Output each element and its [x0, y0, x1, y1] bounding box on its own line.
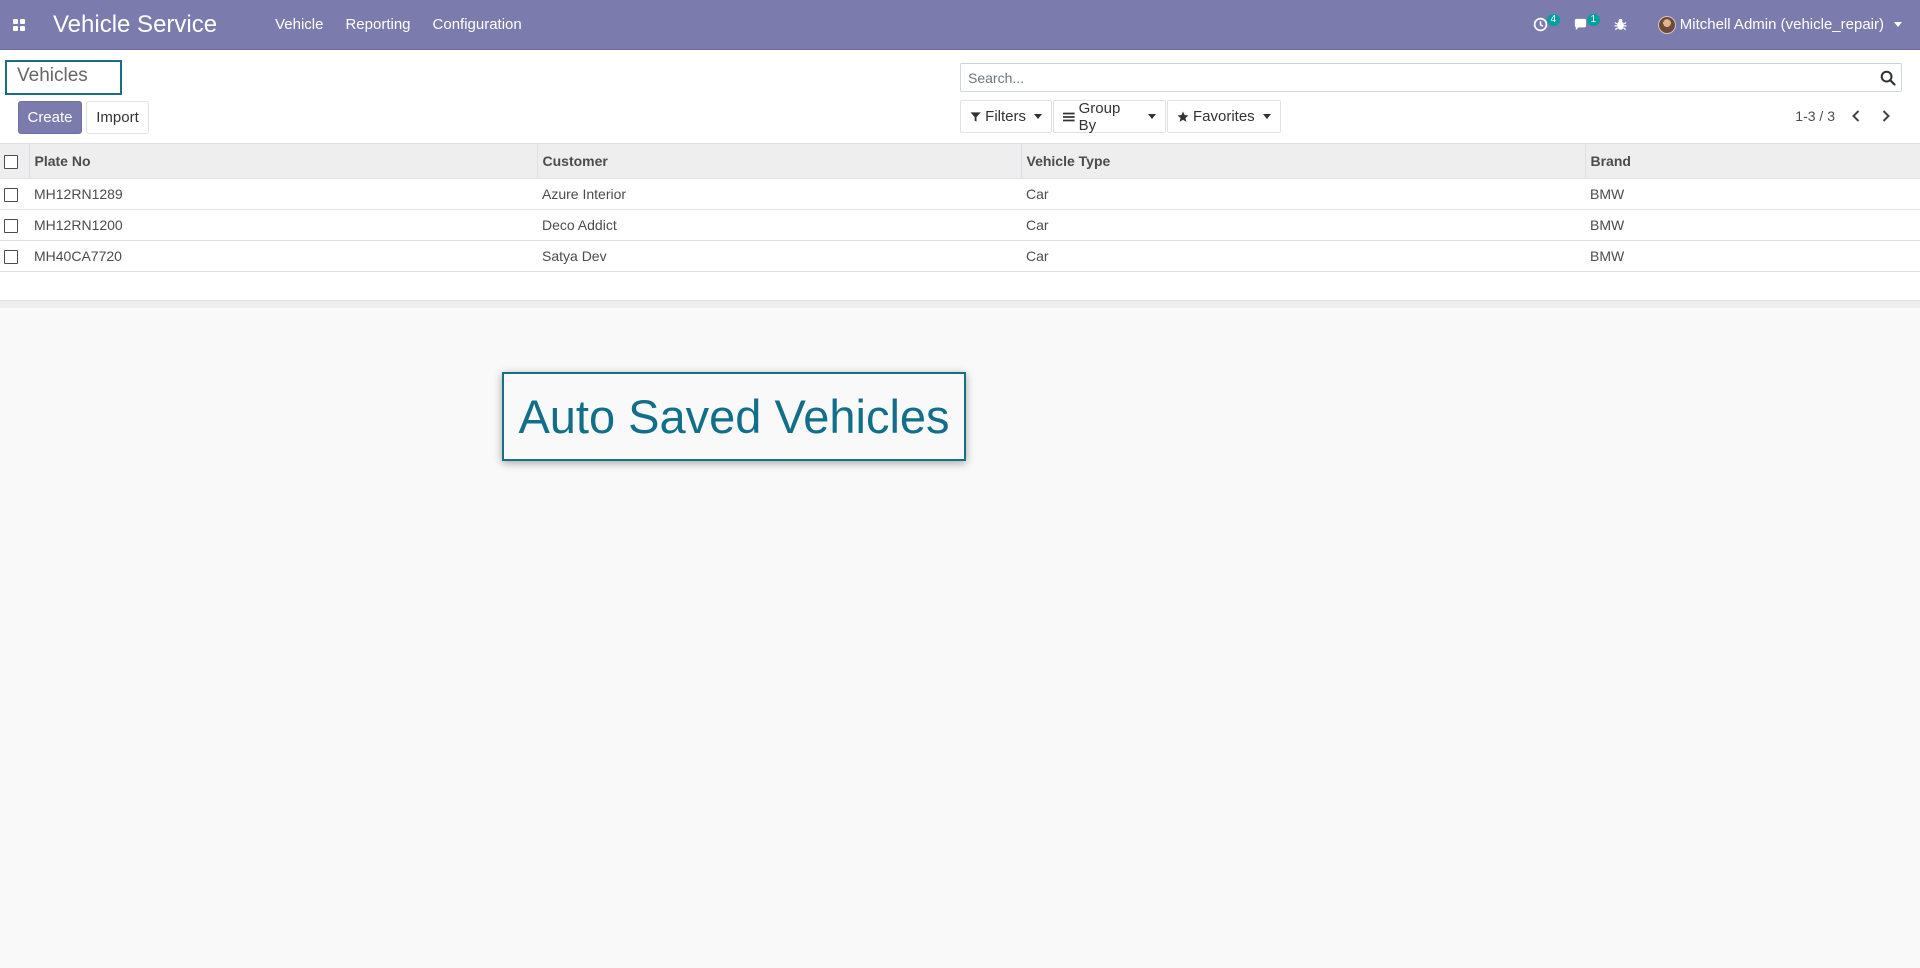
cell-customer[interactable]: Deco Addict: [537, 209, 1021, 240]
search-input[interactable]: [961, 64, 1861, 91]
cell-brand[interactable]: BMW: [1585, 209, 1920, 240]
create-button[interactable]: Create: [18, 101, 82, 134]
table-row[interactable]: MH12RN1200 Deco Addict Car BMW: [0, 209, 1920, 240]
column-header-vehicle-type[interactable]: Vehicle Type: [1021, 144, 1586, 179]
list-view: Plate No Customer Vehicle Type Brand MH1…: [0, 144, 1920, 302]
search-icon[interactable]: [1880, 70, 1896, 86]
debug-bug-icon[interactable]: [1606, 0, 1636, 50]
table-footer: [0, 300, 1920, 308]
control-panel: Vehicles Create Import Filters Group By …: [0, 50, 1920, 144]
star-icon: [1177, 111, 1189, 122]
menu-reporting[interactable]: Reporting: [345, 16, 410, 33]
row-select-cell: [0, 178, 29, 209]
import-button[interactable]: Import: [86, 101, 149, 134]
cell-vehicle-type[interactable]: Car: [1021, 240, 1585, 271]
breadcrumb: Vehicles: [5, 60, 122, 95]
cell-plate-no[interactable]: MH12RN1289: [29, 178, 537, 209]
user-menu[interactable]: Mitchell Admin (vehicle_repair): [1657, 15, 1902, 34]
select-all-checkbox[interactable]: [4, 154, 18, 169]
caret-down-icon: [1034, 114, 1042, 119]
caption-text: Auto Saved Vehicles: [518, 390, 950, 443]
user-name: Mitchell Admin (vehicle_repair): [1679, 16, 1884, 33]
app-title[interactable]: Vehicle Service: [53, 11, 217, 39]
empty-row: [0, 271, 1920, 301]
favorites-button[interactable]: Favorites: [1167, 100, 1281, 133]
cell-vehicle-type[interactable]: Car: [1021, 178, 1585, 209]
column-header-brand[interactable]: Brand: [1585, 144, 1920, 179]
filters-button[interactable]: Filters: [960, 100, 1052, 133]
caret-down-icon: [1894, 22, 1902, 27]
top-navbar: Vehicle Service Vehicle Reporting Config…: [0, 0, 1920, 50]
groupby-button[interactable]: Group By: [1053, 99, 1166, 134]
cell-plate-no[interactable]: MH12RN1200: [29, 209, 537, 240]
apps-menu-icon[interactable]: [2, 0, 36, 50]
avatar: [1657, 15, 1676, 34]
row-checkbox[interactable]: [4, 249, 18, 264]
row-checkbox[interactable]: [4, 218, 18, 233]
groupby-label: Group By: [1078, 99, 1121, 134]
pager-next-icon[interactable]: [1876, 106, 1896, 126]
cell-customer[interactable]: Azure Interior: [537, 178, 1021, 209]
message-count-badge: 1: [1586, 13, 1600, 26]
cell-vehicle-type[interactable]: Car: [1021, 209, 1585, 240]
row-select-cell: [0, 209, 29, 240]
pager-previous-icon[interactable]: [1846, 106, 1866, 126]
search-bar: [960, 63, 1902, 92]
row-checkbox[interactable]: [4, 187, 18, 202]
activity-count-badge: 4: [1546, 13, 1560, 26]
bars-icon: [1063, 112, 1075, 121]
column-header-customer[interactable]: Customer: [537, 144, 1022, 179]
caption-box: Auto Saved Vehicles: [502, 372, 966, 461]
table-row[interactable]: MH12RN1289 Azure Interior Car BMW: [0, 178, 1920, 209]
pager-value[interactable]: 1-3 / 3: [1795, 108, 1835, 124]
table-header-row: Plate No Customer Vehicle Type Brand: [0, 144, 1920, 179]
favorites-label: Favorites: [1193, 108, 1255, 125]
activity-clock-icon[interactable]: 4: [1526, 0, 1560, 50]
filter-icon: [970, 111, 981, 122]
vehicles-table: Plate No Customer Vehicle Type Brand MH1…: [0, 144, 1920, 302]
filters-label: Filters: [985, 108, 1026, 125]
cell-customer[interactable]: Satya Dev: [537, 240, 1021, 271]
cell-brand[interactable]: BMW: [1585, 178, 1920, 209]
caret-down-icon: [1262, 114, 1271, 119]
menu-configuration[interactable]: Configuration: [433, 16, 522, 33]
table-row[interactable]: MH40CA7720 Satya Dev Car BMW: [0, 240, 1920, 271]
messages-chat-icon[interactable]: 1: [1566, 0, 1600, 50]
cell-plate-no[interactable]: MH40CA7720: [29, 240, 537, 271]
select-all-cell: [0, 144, 30, 179]
column-header-plate-no[interactable]: Plate No: [29, 144, 538, 179]
row-select-cell: [0, 240, 29, 271]
cell-brand[interactable]: BMW: [1585, 240, 1920, 271]
menu-vehicle[interactable]: Vehicle: [275, 16, 323, 33]
caret-down-icon: [1148, 114, 1156, 119]
